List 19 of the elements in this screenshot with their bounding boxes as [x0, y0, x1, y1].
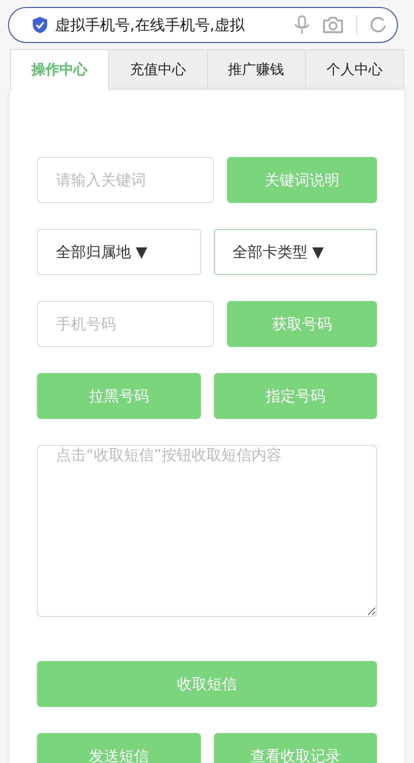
- action-button[interactable]: 拉黑号码: [37, 373, 200, 419]
- action-button[interactable]: 获取号码: [226, 301, 377, 347]
- action-button[interactable]: 收取短信: [37, 661, 377, 707]
- action-button[interactable]: 关键词说明: [226, 157, 377, 203]
- camera-icon[interactable]: [322, 16, 344, 34]
- action-button[interactable]: 查看收取记录: [214, 733, 377, 763]
- input-field[interactable]: 手机号码: [37, 301, 214, 347]
- tab[interactable]: 操作中心: [11, 50, 108, 90]
- microphone-icon[interactable]: [294, 15, 310, 35]
- address-bar[interactable]: 虚拟手机号,在线手机号,虚拟: [8, 7, 398, 43]
- input-field[interactable]: 请输入关键词: [37, 157, 214, 203]
- dropdown[interactable]: 全部卡类型 ▼: [214, 229, 377, 275]
- dropdown[interactable]: 全部归属地 ▼: [37, 229, 200, 275]
- action-button[interactable]: 指定号码: [214, 373, 377, 419]
- message-area[interactable]: 点击“收取短信”按钮收取短信内容: [37, 445, 377, 617]
- shield-check-icon: [31, 16, 49, 34]
- refresh-icon[interactable]: [369, 16, 387, 34]
- action-button[interactable]: 发送短信: [37, 733, 200, 763]
- address-text: 虚拟手机号,在线手机号,虚拟: [55, 16, 246, 34]
